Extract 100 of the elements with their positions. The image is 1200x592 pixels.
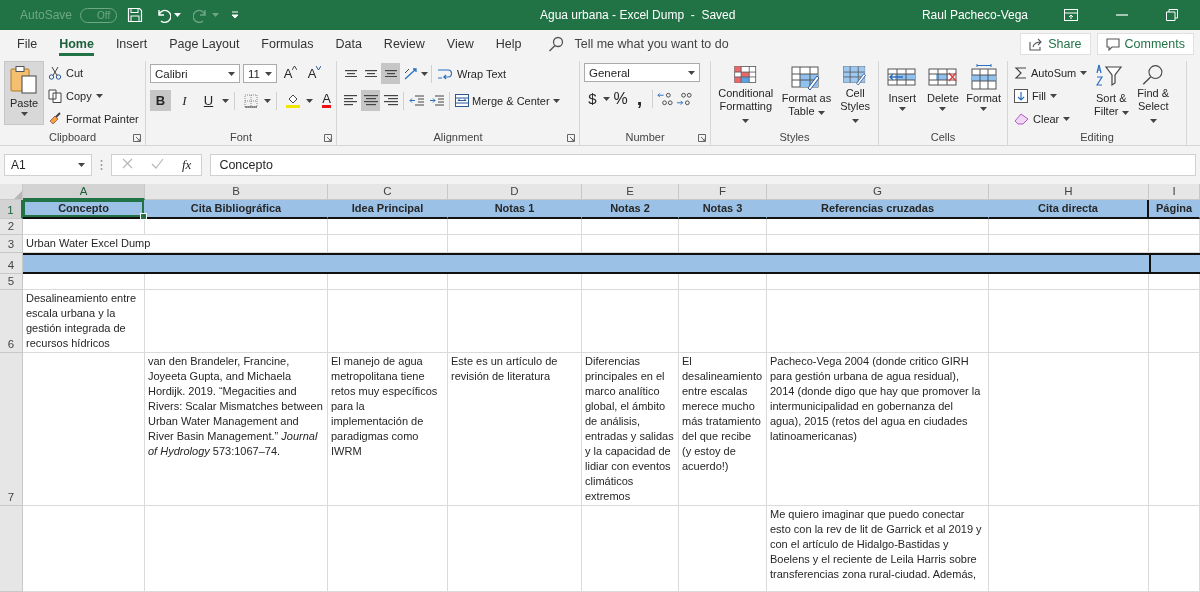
percent-button[interactable]: % (612, 88, 629, 109)
column-header[interactable]: A (23, 184, 145, 200)
caret-icon (20, 112, 28, 116)
group-title: Styles (779, 131, 810, 143)
caret-icon (306, 98, 313, 103)
formula-field[interactable]: Concepto (210, 153, 1196, 176)
share-button[interactable]: Share (1020, 33, 1091, 55)
italic-button[interactable]: I (174, 90, 195, 111)
shrink-font-button[interactable]: A (304, 63, 325, 84)
ribbon-tab[interactable]: File (6, 33, 49, 55)
format-as-table-button[interactable]: Format as Table (778, 61, 835, 129)
ribbon-tab[interactable]: Page Layout (158, 33, 251, 55)
ribbon-display-icon (1064, 9, 1078, 21)
window-title: Agua urbana - Excel Dump - Saved (540, 8, 737, 22)
insert-cells-button[interactable]: Insert (883, 61, 922, 129)
close-icon (122, 157, 133, 169)
caret-icon (1063, 116, 1071, 121)
bottom-align-button[interactable] (381, 63, 400, 84)
ribbon-tab[interactable]: Data (324, 33, 373, 55)
format-cells-icon (968, 64, 999, 90)
paste-button[interactable]: Paste (4, 61, 44, 125)
tell-me-field[interactable]: Tell me what you want to do (572, 36, 777, 52)
underline-button[interactable]: U (198, 90, 219, 111)
delete-cells-button[interactable]: Delete (923, 61, 963, 129)
find-select-button[interactable]: Find & Select (1133, 61, 1174, 129)
row-header[interactable]: 6 (0, 290, 23, 353)
center-button[interactable] (361, 90, 380, 111)
caret-icon (1050, 93, 1058, 98)
restore-button[interactable] (1164, 7, 1180, 23)
font-color-button[interactable]: A (316, 90, 336, 111)
fill-handle[interactable] (140, 213, 147, 220)
caret-up-icon (292, 66, 298, 70)
ribbon-tab[interactable]: Home (48, 33, 105, 55)
font-name-dropdown[interactable]: Calibri (150, 64, 240, 83)
sigma-icon (1014, 65, 1027, 80)
caret-icon (1121, 111, 1129, 115)
caret-icon (231, 11, 240, 19)
fill-button[interactable]: Fill (1012, 86, 1090, 105)
cut-button[interactable]: Cut (46, 63, 141, 82)
caret-icon (980, 107, 988, 111)
caret-icon (1149, 119, 1157, 123)
caret-icon (228, 71, 235, 76)
merge-center-button[interactable]: Merge & Center (453, 91, 562, 110)
fill-down-icon (1014, 88, 1028, 103)
sort-filter-button[interactable]: Sort & Filter (1091, 61, 1132, 129)
group-title: Font (230, 131, 252, 143)
format-cells-button[interactable]: Format (964, 61, 1003, 129)
bold-button[interactable]: B (150, 90, 171, 111)
row-header[interactable]: 2 (0, 219, 23, 235)
drag-dots-icon (100, 158, 103, 171)
align-right-icon (383, 95, 398, 106)
autosum-button[interactable]: AutoSum (1012, 63, 1090, 82)
table-cell: van den Brandeler, Francine, Joyeeta Gupta, and Michaela Hordijk. 2019. “Megacities and Rivers: Scalar Mismatches between Urban Water Management and River Basin Management.” Journal of Hydrology 573:1067–74. (145, 353, 328, 506)
row-header[interactable]: 3 (0, 235, 23, 253)
scissors-icon (48, 65, 62, 80)
wrap-text-icon (437, 66, 453, 81)
currency-button[interactable]: $ (584, 88, 601, 109)
group-title: Clipboard (48, 131, 97, 143)
comments-button[interactable]: Comments (1096, 33, 1194, 55)
table-cell: Me quiero imaginar que puedo conectar esto con la rev de lit de Garrick et al 2019 y con el artículo de Hidalgo-Bastidas y Boelens y el reciente de Leila Harris sobre transferencias zona rural-ciudad. Además, (767, 506, 989, 592)
caret-icon (1080, 70, 1088, 75)
align-left-icon (344, 95, 357, 106)
caret-icon (688, 70, 695, 75)
ribbon-tab[interactable]: Insert (104, 33, 159, 55)
align-center-icon (363, 95, 378, 106)
caret-icon (316, 66, 322, 70)
row-header[interactable]: 1 (0, 200, 23, 219)
ribbon-tab[interactable]: Formulas (250, 33, 325, 55)
conditional-formatting-button[interactable]: Conditional Formatting (715, 61, 777, 129)
dialog-launcher-icon (698, 134, 706, 142)
indent-icon (428, 93, 445, 108)
caret-icon (95, 93, 103, 98)
number-format-dropdown[interactable]: General (584, 63, 700, 82)
orientation-icon (402, 66, 419, 81)
row-header[interactable]: 5 (0, 274, 23, 290)
minimize-icon (1116, 14, 1128, 16)
row-header[interactable]: 7 (0, 353, 23, 506)
caret-icon (174, 13, 182, 17)
comma-style-button[interactable]: , (631, 88, 648, 109)
ribbon-tab[interactable]: Review (372, 33, 436, 55)
ribbon-display-button[interactable] (1062, 7, 1080, 23)
copy-button[interactable]: Copy (46, 86, 141, 105)
decimal-arrow-icon (676, 90, 693, 107)
cell-styles-button[interactable]: Cell Styles (836, 61, 874, 129)
font-size-dropdown[interactable]: 11 (243, 64, 277, 83)
header-cell: Página (1149, 200, 1200, 219)
check-icon (151, 157, 164, 169)
indent-icon (408, 93, 425, 108)
name-box[interactable]: A1 (4, 153, 92, 176)
grow-font-button[interactable]: A (280, 63, 301, 84)
ribbon-tab[interactable]: Help (484, 33, 533, 55)
clear-button[interactable]: Clear (1012, 109, 1090, 128)
wrap-text-button[interactable]: Wrap Text (435, 64, 509, 83)
caret-icon (264, 98, 271, 103)
comment-icon (1105, 37, 1120, 51)
table-cell: El manejo de agua metropolitana tiene retos muy específicos para la implementación de paradigmas como IWRM (328, 353, 448, 506)
format-painter-button[interactable]: Format Painter (46, 109, 141, 128)
ribbon-tab[interactable]: View (435, 33, 485, 55)
insert-function-button[interactable]: fx (182, 156, 192, 173)
row-header[interactable]: 4 (0, 253, 23, 274)
